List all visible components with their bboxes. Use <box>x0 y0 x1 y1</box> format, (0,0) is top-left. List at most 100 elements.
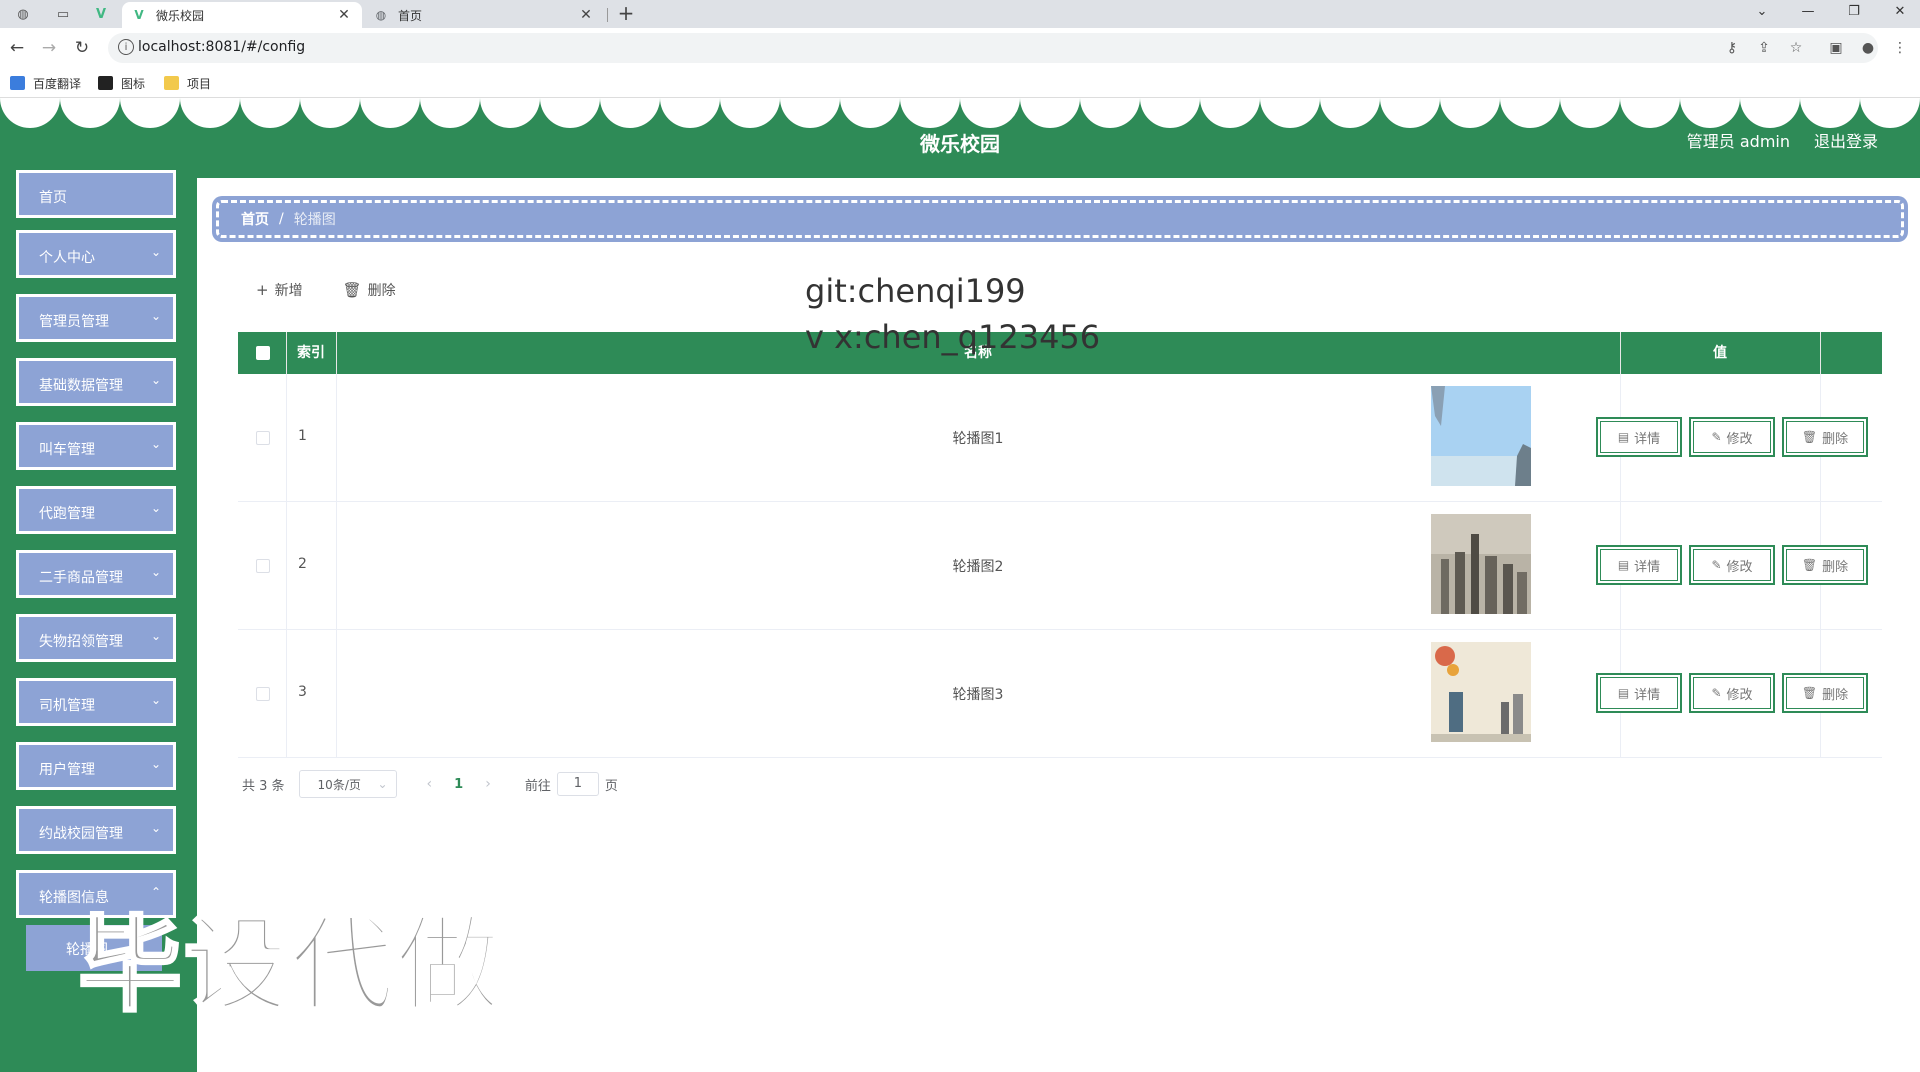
carousel-thumbnail[interactable] <box>1431 514 1531 614</box>
edit-icon: ✎ <box>1711 558 1722 572</box>
watermark-overlay: 毕设代做 <box>76 903 503 1028</box>
tab-divider <box>607 8 608 22</box>
profile-icon[interactable]: ● <box>1858 38 1878 58</box>
current-user: 管理员 admin <box>1686 132 1790 151</box>
row-checkbox[interactable] <box>256 687 270 701</box>
bookmark-icons[interactable]: 图标 <box>98 74 145 92</box>
key-icon[interactable]: ⚷ <box>1722 38 1742 58</box>
row-name: 轮播图1 <box>952 431 1004 447</box>
url-field[interactable]: i localhost:8081/#/config <box>108 33 1878 63</box>
url-text[interactable]: localhost:8081/#/config <box>138 39 305 55</box>
detail-button[interactable]: ▤ 详情 <box>1596 545 1682 585</box>
goto-suffix: 页 <box>604 778 618 794</box>
header-index: 索引 <box>297 345 325 361</box>
tab-favicon-vue[interactable]: V <box>84 2 118 26</box>
delete-button[interactable]: 🗑 删除 <box>1782 545 1868 585</box>
delete-button[interactable]: 🗑 删除 <box>1782 417 1868 457</box>
document-icon: ▤ <box>1617 430 1630 444</box>
tab-home[interactable]: ◍ 首页 ✕ <box>364 2 604 28</box>
tab-favicon-globe[interactable]: ◍ <box>6 2 40 26</box>
trash-icon: 🗑 <box>1801 430 1818 444</box>
tab-title: 微乐校园 <box>156 8 205 23</box>
edit-button[interactable]: ✎ 修改 <box>1689 673 1775 713</box>
sidepanel-icon[interactable]: ▣ <box>1826 38 1846 58</box>
tab-favicon-blank[interactable]: ▭ <box>46 2 80 26</box>
detail-label: 详情 <box>1634 431 1661 447</box>
chevron-down-icon: ⌄ <box>377 777 388 791</box>
config-table: 索引 名称 值 操作 1 轮播图1 ▤详情 ✎修改 🗑删除 2 轮播图2 <box>238 332 1882 758</box>
tab-active[interactable]: V 微乐校园 ✕ <box>122 2 362 28</box>
detail-button[interactable]: ▤ 详情 <box>1596 673 1682 713</box>
reload-icon[interactable]: ↻ <box>71 37 93 59</box>
detail-label: 详情 <box>1634 687 1661 703</box>
select-all-checkbox[interactable] <box>256 346 270 360</box>
sidebar-item-lostfound[interactable]: 失物招领管理 ⌄ <box>16 614 176 662</box>
breadcrumb: 首页 / 轮播图 <box>212 196 1908 242</box>
chevron-down-icon: ⌄ <box>150 373 161 387</box>
batch-delete-button[interactable]: 🗑 删除 <box>343 280 396 300</box>
info-icon[interactable]: i <box>118 39 134 55</box>
sidebar-item-basedata[interactable]: 基础数据管理 ⌄ <box>16 358 176 406</box>
translate-icon <box>10 76 25 90</box>
close-icon[interactable]: ✕ <box>336 7 352 23</box>
sidebar-item-driver[interactable]: 司机管理 ⌄ <box>16 678 176 726</box>
goto-prefix: 前往 <box>524 778 551 794</box>
sidebar-item-home[interactable]: 首页 <box>16 170 176 218</box>
sidebar-item-secondhand[interactable]: 二手商品管理 ⌄ <box>16 550 176 598</box>
logout-link[interactable]: 退出登录 <box>1814 128 1878 152</box>
sidebar-item-label: 首页 <box>39 190 67 206</box>
detail-button[interactable]: ▤ 详情 <box>1596 417 1682 457</box>
sidebar-item-admin[interactable]: 管理员管理 ⌄ <box>16 294 176 342</box>
close-window-button[interactable]: ✕ <box>1880 4 1920 24</box>
goto-page-input[interactable]: 1 <box>556 772 599 796</box>
page-number[interactable]: 1 <box>454 777 463 792</box>
row-index: 3 <box>298 684 307 700</box>
share-icon[interactable]: ⇪ <box>1754 38 1774 58</box>
sidebar-item-match[interactable]: 约战校园管理 ⌄ <box>16 806 176 854</box>
edit-label: 修改 <box>1726 431 1753 447</box>
bookmark-project[interactable]: 项目 <box>164 74 211 92</box>
back-icon[interactable]: ← <box>6 37 28 59</box>
chevron-down-icon: ⌄ <box>150 245 161 259</box>
sidebar-item-errand[interactable]: 代跑管理 ⌄ <box>16 486 176 534</box>
folder-icon <box>164 76 179 90</box>
minimize-button[interactable]: — <box>1788 4 1828 24</box>
sidebar-item-users[interactable]: 用户管理 ⌄ <box>16 742 176 790</box>
delete-button[interactable]: 🗑 删除 <box>1782 673 1868 713</box>
site-title: 微乐校园 <box>920 132 1000 156</box>
tab-search-icon[interactable]: ⌄ <box>1742 4 1782 24</box>
pagination-total: 共 3 条 <box>242 778 285 794</box>
restore-button[interactable]: ❐ <box>1834 4 1874 24</box>
new-tab-button[interactable]: + <box>614 2 638 26</box>
carousel-thumbnail[interactable] <box>1431 642 1531 742</box>
forward-icon[interactable]: → <box>38 37 60 59</box>
table-row: 2 轮播图2 ▤ 详情 ✎ 修改 🗑 删除 <box>238 502 1882 630</box>
edit-button[interactable]: ✎ 修改 <box>1689 417 1775 457</box>
close-icon[interactable]: ✕ <box>578 7 594 23</box>
next-page-icon[interactable]: › <box>485 776 491 792</box>
breadcrumb-inner: 首页 / 轮播图 <box>216 200 1904 238</box>
edit-icon: ✎ <box>1711 430 1722 444</box>
star-icon[interactable]: ☆ <box>1786 38 1806 58</box>
toolbar: + 新增 🗑 删除 <box>256 280 436 300</box>
menu-icon[interactable]: ⋮ <box>1890 38 1910 58</box>
row-checkbox[interactable] <box>256 559 270 573</box>
watermark-git: git:chenqi199 <box>805 272 1026 310</box>
sidebar-item-personal[interactable]: 个人中心 ⌄ <box>16 230 176 278</box>
sidebar-item-label: 失物招领管理 <box>39 634 123 650</box>
breadcrumb-home[interactable]: 首页 <box>241 209 269 229</box>
bookmark-label: 图标 <box>121 76 146 91</box>
prev-page-icon[interactable]: ‹ <box>427 776 433 792</box>
vue-icon: V <box>134 8 144 22</box>
sidebar-item-label: 基础数据管理 <box>39 378 123 394</box>
edit-button[interactable]: ✎ 修改 <box>1689 545 1775 585</box>
row-checkbox[interactable] <box>256 431 270 445</box>
bookmark-baidu-translate[interactable]: 百度翻译 <box>10 74 81 92</box>
breadcrumb-current: 轮播图 <box>293 212 336 228</box>
carousel-thumbnail[interactable] <box>1431 386 1531 486</box>
add-button[interactable]: + 新增 <box>256 280 303 300</box>
header-ops: 操作 <box>1820 332 1920 374</box>
pagination: 共 3 条 10条/页 ⌄ ‹ 1 › 前往 1 页 <box>242 770 618 798</box>
page-size-select[interactable]: 10条/页 ⌄ <box>298 770 397 798</box>
sidebar-item-taxi[interactable]: 叫车管理 ⌄ <box>16 422 176 470</box>
